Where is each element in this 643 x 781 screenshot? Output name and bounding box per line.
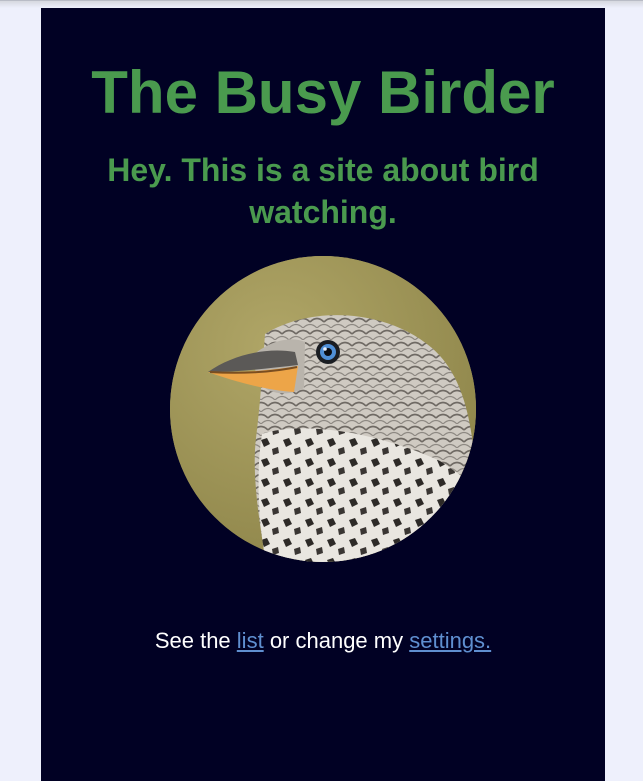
window-top-edge [0, 0, 643, 8]
site-title: The Busy Birder [91, 59, 555, 126]
bird-illustration [170, 256, 476, 562]
nav-prefix: See the [154, 628, 231, 653]
list-link[interactable]: list [237, 628, 264, 653]
nav-middle: or change my [269, 628, 404, 653]
settings-link[interactable]: settings. [409, 628, 491, 653]
page-panel: The Busy Birder Hey. This is a site abou… [41, 8, 605, 781]
site-tagline: Hey. This is a site about bird watching. [107, 152, 539, 230]
bird-photo [170, 256, 476, 562]
navigation-sentence: See the list or change my settings. [41, 628, 605, 654]
